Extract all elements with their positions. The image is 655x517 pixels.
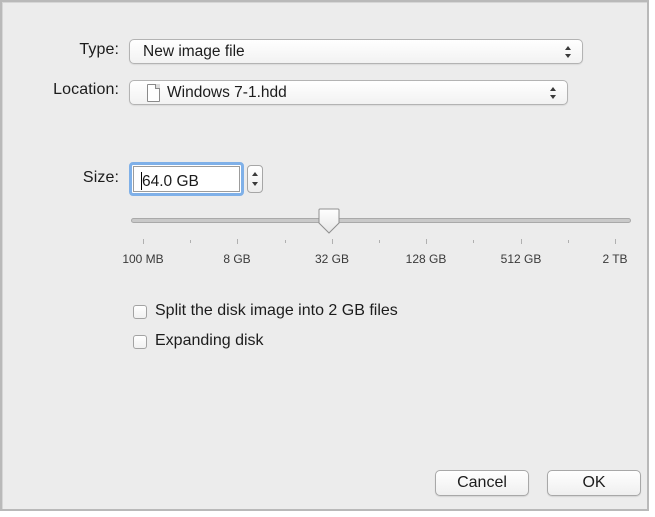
split-checkbox[interactable]: [133, 305, 147, 319]
popup-arrows-icon: [550, 86, 556, 100]
slider-tick-label: 128 GB: [405, 252, 447, 266]
location-label: Location:: [53, 81, 119, 98]
type-popup-value: New image file: [143, 43, 245, 60]
dialog-content: Type: New image file Location: Windows 7…: [2, 2, 647, 509]
stepper-down-icon[interactable]: [252, 182, 258, 186]
type-popup[interactable]: New image file: [129, 39, 583, 64]
size-slider-track[interactable]: [131, 218, 631, 223]
split-checkbox-label[interactable]: Split the disk image into 2 GB files: [155, 302, 398, 320]
slider-tick-label: 512 GB: [500, 252, 542, 266]
slider-tick: [332, 239, 333, 244]
expanding-checkbox-label[interactable]: Expanding disk: [155, 332, 264, 350]
location-popup-value: Windows 7-1.hdd: [167, 84, 287, 101]
slider-minor-tick: [285, 240, 286, 243]
slider-minor-tick: [379, 240, 380, 243]
slider-tick: [521, 239, 522, 244]
size-input-box: 64.0 GB: [133, 166, 240, 192]
slider-tick: [143, 239, 144, 244]
size-label: Size:: [82, 169, 119, 186]
document-icon: [147, 84, 160, 102]
expanding-checkbox[interactable]: [133, 335, 147, 349]
popup-arrows-icon: [565, 45, 571, 59]
cancel-button[interactable]: Cancel: [435, 470, 529, 496]
size-input[interactable]: 64.0 GB: [129, 162, 244, 196]
size-input-value: 64.0 GB: [142, 173, 199, 190]
slider-tick: [615, 239, 616, 244]
slider-tick: [426, 239, 427, 244]
slider-minor-tick: [568, 240, 569, 243]
slider-tick-label: 8 GB: [223, 252, 251, 266]
ok-button[interactable]: OK: [547, 470, 641, 496]
size-slider-knob[interactable]: [318, 208, 340, 234]
slider-tick-label: 2 TB: [602, 252, 628, 266]
slider-tick-label: 100 MB: [122, 252, 164, 266]
location-popup[interactable]: Windows 7-1.hdd: [129, 80, 568, 105]
slider-minor-tick: [190, 240, 191, 243]
type-label: Type:: [79, 41, 119, 58]
slider-minor-tick: [473, 240, 474, 243]
slider-tick-label: 32 GB: [314, 252, 350, 266]
new-image-dialog: Type: New image file Location: Windows 7…: [0, 0, 649, 511]
slider-tick: [237, 239, 238, 244]
size-stepper[interactable]: [247, 165, 263, 193]
stepper-up-icon[interactable]: [252, 172, 258, 176]
